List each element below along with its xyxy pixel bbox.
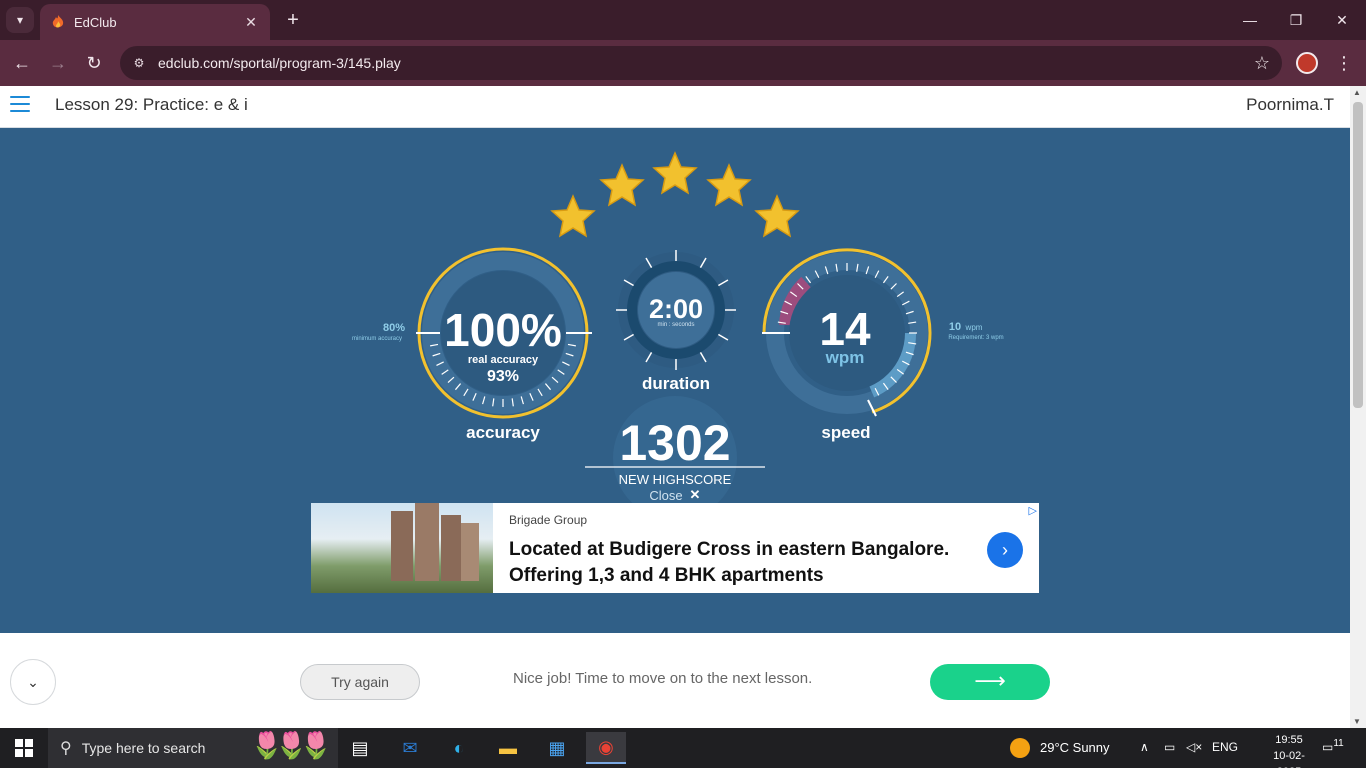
star-icon (652, 151, 698, 195)
star-icon (706, 163, 752, 207)
show-hidden-icons-icon[interactable]: ∧ (1140, 740, 1149, 754)
min-accuracy-label: minimum accuracy (352, 336, 402, 342)
clock-time[interactable]: 19:55 (1262, 732, 1316, 748)
tab-search-button[interactable]: ▾ (6, 7, 34, 33)
min-accuracy-value: 80% (383, 322, 405, 334)
outlook-icon[interactable]: ✉ (390, 732, 430, 764)
notification-icon[interactable]: ▭11 (1322, 738, 1344, 758)
bookmark-star-icon[interactable]: ☆ (1242, 53, 1282, 74)
lesson-title: Lesson 29: Practice: e & i (55, 95, 248, 114)
minimize-icon[interactable]: — (1230, 6, 1270, 34)
edge-icon[interactable]: ◐ (439, 732, 479, 764)
site-settings-icon[interactable]: ⚙ (130, 54, 148, 72)
chrome-icon[interactable]: ◉ (586, 732, 626, 764)
real-accuracy-label: real accuracy (468, 354, 539, 366)
task-view-icon[interactable]: ▤ (340, 732, 380, 764)
next-lesson-message: Nice job! Time to move on to the next le… (513, 670, 813, 687)
try-again-button[interactable]: Try again (300, 664, 420, 700)
volume-muted-icon[interactable]: ◁× (1186, 740, 1202, 754)
page-scrollbar[interactable]: ▲ ▼ (1350, 86, 1366, 728)
ms-store-icon[interactable]: ▦ (537, 732, 577, 764)
new-tab-button[interactable]: + (282, 8, 304, 32)
browser-tab-edclub[interactable]: EdClub ✕ (40, 4, 270, 40)
adchoices-icon[interactable]: ▷ (1029, 504, 1037, 517)
search-placeholder[interactable]: Type here to search (82, 740, 206, 756)
ad-headline[interactable]: Located at Budigere Cross in eastern Ban… (509, 537, 979, 589)
speed-label: speed (821, 423, 870, 442)
next-lesson-button[interactable]: ⟶ (930, 664, 1050, 700)
accuracy-label: accuracy (466, 423, 540, 442)
close-window-icon[interactable]: ✕ (1322, 6, 1362, 34)
star-icon (599, 163, 645, 207)
clock-date[interactable]: 10-02-2025 (1262, 748, 1316, 768)
speed-req-unit: wpm (965, 323, 983, 332)
address-bar[interactable]: ⚙ edclub.com/sportal/program-3/145.play … (120, 46, 1282, 80)
close-label[interactable]: Close (649, 488, 682, 503)
language-indicator[interactable]: ENG (1212, 740, 1238, 754)
lesson-header: Lesson 29: Practice: e & i Poornima.T (0, 86, 1350, 128)
ad-building-image[interactable] (311, 503, 493, 593)
windows-taskbar: ⚲ Type here to search 🌷🌷🌷 ▤ ✉ ◐ ▬ ▦ ◉ 29… (0, 728, 1366, 768)
tab-close-icon[interactable]: ✕ (242, 14, 260, 31)
ad-headline-line1[interactable]: Located at Budigere Cross in eastern Ban… (509, 537, 979, 563)
close-highscore-button[interactable]: Close ✕ (649, 487, 700, 503)
speed-req-value: 10 (949, 321, 961, 333)
real-accuracy-value: 93% (487, 368, 519, 385)
star-rating (550, 151, 800, 238)
profile-avatar[interactable] (1296, 52, 1318, 74)
tulips-icon[interactable]: 🌷🌷🌷 (251, 730, 332, 761)
duration-label: duration (642, 374, 710, 393)
accuracy-gauge: 100% real accuracy 93% accuracy 80% mini… (352, 247, 592, 442)
back-arrow-icon[interactable]: ← (8, 49, 36, 77)
highscore-label: NEW HIGHSCORE (619, 472, 732, 487)
results-panel: 100% real accuracy 93% accuracy 80% mini… (0, 128, 1350, 633)
ad-sponsor[interactable]: Brigade Group (509, 513, 587, 527)
browser-toolbar: ← → ↻ ⚙ edclub.com/sportal/program-3/145… (0, 40, 1366, 86)
speed-req-label: Requirement: 3 wpm (948, 335, 1003, 341)
chevron-down-icon[interactable]: ⌄ (10, 659, 56, 705)
forward-arrow-icon[interactable]: → (44, 49, 72, 77)
duration-sub-label: min : seconds (657, 322, 694, 328)
edclub-favicon-icon (52, 15, 64, 28)
lesson-footer: ⌄ Try again Nice job! Time to move on to… (0, 633, 1350, 728)
duration-gauge: 2:00 min : seconds duration (616, 250, 736, 393)
scroll-down-icon[interactable]: ▼ (1353, 717, 1361, 726)
ad-headline-line2[interactable]: Offering 1,3 and 4 BHK apartments (509, 563, 979, 589)
restore-icon[interactable]: ❐ (1276, 6, 1316, 34)
url-text[interactable]: edclub.com/sportal/program-3/145.play (158, 55, 1242, 71)
windows-start-icon[interactable] (0, 728, 48, 768)
star-icon (550, 194, 596, 238)
tab-title: EdClub (74, 14, 117, 30)
reload-icon[interactable]: ↻ (80, 49, 108, 77)
scrollbar-thumb[interactable] (1353, 102, 1363, 408)
notification-count: 11 (1333, 738, 1344, 749)
star-icon (754, 194, 800, 238)
browser-tab-bar: ▾ EdClub ✕ + — ❐ ✕ (0, 0, 1366, 40)
page-content: Lesson 29: Practice: e & i Poornima.T 10… (0, 86, 1350, 728)
weather-text[interactable]: 29°C Sunny (1040, 740, 1110, 755)
score-value: 1302 (619, 415, 730, 471)
speed-gauge: 14 wpm speed 10 wpm Requirement: 3 wpm (762, 248, 1004, 442)
duration-value: 2:00 (649, 294, 703, 324)
sun-icon[interactable] (1010, 738, 1030, 758)
user-name[interactable]: Poornima.T (1246, 95, 1334, 115)
advertisement[interactable]: Brigade Group Located at Budigere Cross … (311, 503, 1039, 593)
browser-menu-icon[interactable]: ⋮ (1334, 50, 1354, 76)
ad-chevron-right-icon[interactable]: › (987, 532, 1023, 568)
taskbar-clock[interactable]: 19:55 10-02-2025 (1262, 732, 1316, 768)
file-explorer-icon[interactable]: ▬ (488, 732, 528, 764)
battery-icon[interactable]: ▭ (1164, 740, 1175, 754)
search-icon: ⚲ (60, 740, 72, 757)
accuracy-value: 100% (444, 304, 562, 356)
hamburger-menu-icon[interactable] (10, 96, 30, 112)
close-x-icon[interactable]: ✕ (690, 487, 701, 502)
scroll-up-icon[interactable]: ▲ (1353, 88, 1361, 97)
speed-unit: wpm (825, 348, 865, 367)
taskbar-search[interactable]: ⚲ Type here to search 🌷🌷🌷 (48, 728, 338, 768)
